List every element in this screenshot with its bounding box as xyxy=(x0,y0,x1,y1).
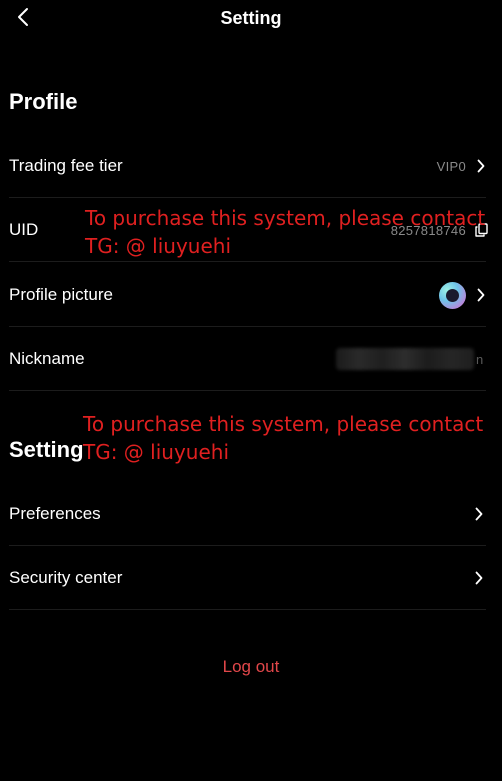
row-label: Nickname xyxy=(9,349,85,368)
chevron-right-icon xyxy=(472,571,486,585)
watermark-line: To purchase this system, please contact xyxy=(85,206,486,230)
row-nickname[interactable]: Nickname n xyxy=(9,327,486,391)
nickname-tail: n xyxy=(476,351,484,367)
row-label: Security center xyxy=(9,568,123,587)
watermark-line: TG: @ liuyuehi xyxy=(83,440,230,464)
page-title: Setting xyxy=(220,8,282,28)
avatar-center xyxy=(446,288,459,302)
row-security-center[interactable]: Security center xyxy=(9,546,486,610)
logout-button[interactable]: Log out xyxy=(0,657,502,677)
row-right: VIP0 xyxy=(437,159,488,174)
row-label: Preferences xyxy=(9,504,101,523)
row-preferences[interactable]: Preferences xyxy=(9,482,486,546)
chevron-right-icon xyxy=(472,507,486,521)
row-trading-fee-tier[interactable]: Trading fee tier VIP0 xyxy=(9,134,486,198)
watermark-line: To purchase this system, please contact xyxy=(83,412,484,436)
profile-heading: Profile xyxy=(9,89,78,114)
row-label: UID xyxy=(9,220,39,239)
watermark-text-bottom: To purchase this system, please contact … xyxy=(83,410,483,466)
nickname-blur xyxy=(336,348,474,370)
avatar xyxy=(439,281,466,309)
setting-heading: Setting xyxy=(9,437,84,462)
nickname-value-obscured: n xyxy=(336,348,486,370)
header: Setting xyxy=(0,0,502,40)
watermark-line: TG: @ liuyuehi xyxy=(85,234,232,258)
row-right xyxy=(439,281,488,309)
fee-tier-value: VIP0 xyxy=(436,158,466,174)
row-label: Trading fee tier xyxy=(9,156,123,175)
row-label: Profile picture xyxy=(9,285,113,304)
chevron-right-icon xyxy=(474,288,488,302)
row-profile-picture[interactable]: Profile picture xyxy=(9,263,486,327)
chevron-right-icon xyxy=(474,159,488,173)
watermark-text-top: To purchase this system, please contact … xyxy=(85,204,485,260)
